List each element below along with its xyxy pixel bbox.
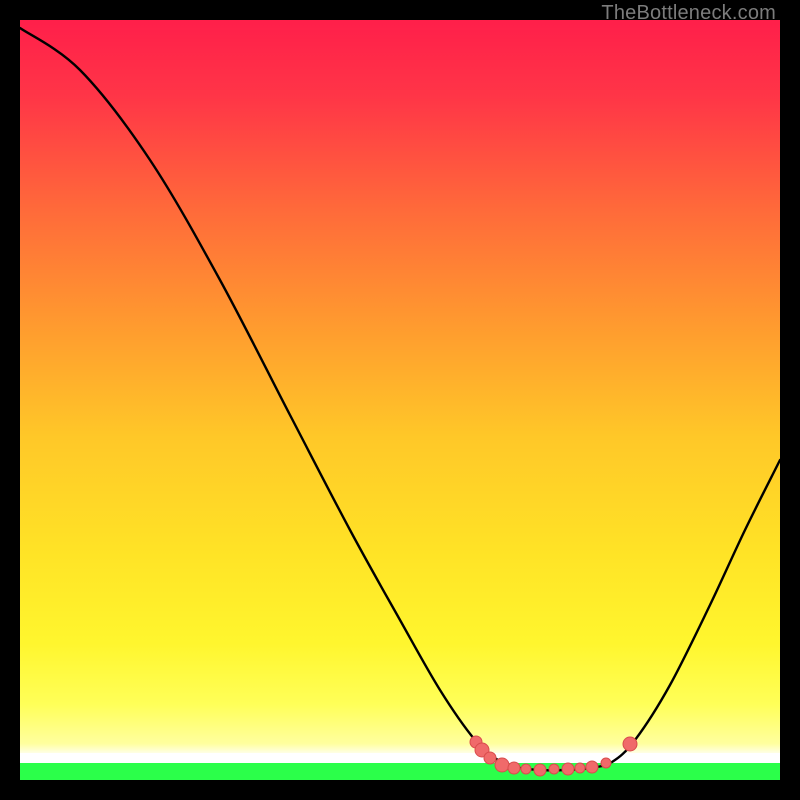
curve-marker bbox=[521, 764, 531, 774]
curve-marker bbox=[484, 752, 496, 764]
curve-marker bbox=[549, 764, 559, 774]
curve-marker bbox=[508, 762, 520, 774]
curve-marker bbox=[623, 737, 637, 751]
curve-marker bbox=[562, 763, 574, 775]
chart-svg bbox=[20, 20, 780, 780]
curve-marker bbox=[586, 761, 598, 773]
curve-marker bbox=[495, 758, 509, 772]
curve-marker bbox=[601, 758, 611, 768]
bottleneck-curve bbox=[20, 28, 780, 770]
curve-markers bbox=[470, 736, 637, 776]
curve-marker bbox=[575, 763, 585, 773]
curve-marker bbox=[534, 764, 546, 776]
